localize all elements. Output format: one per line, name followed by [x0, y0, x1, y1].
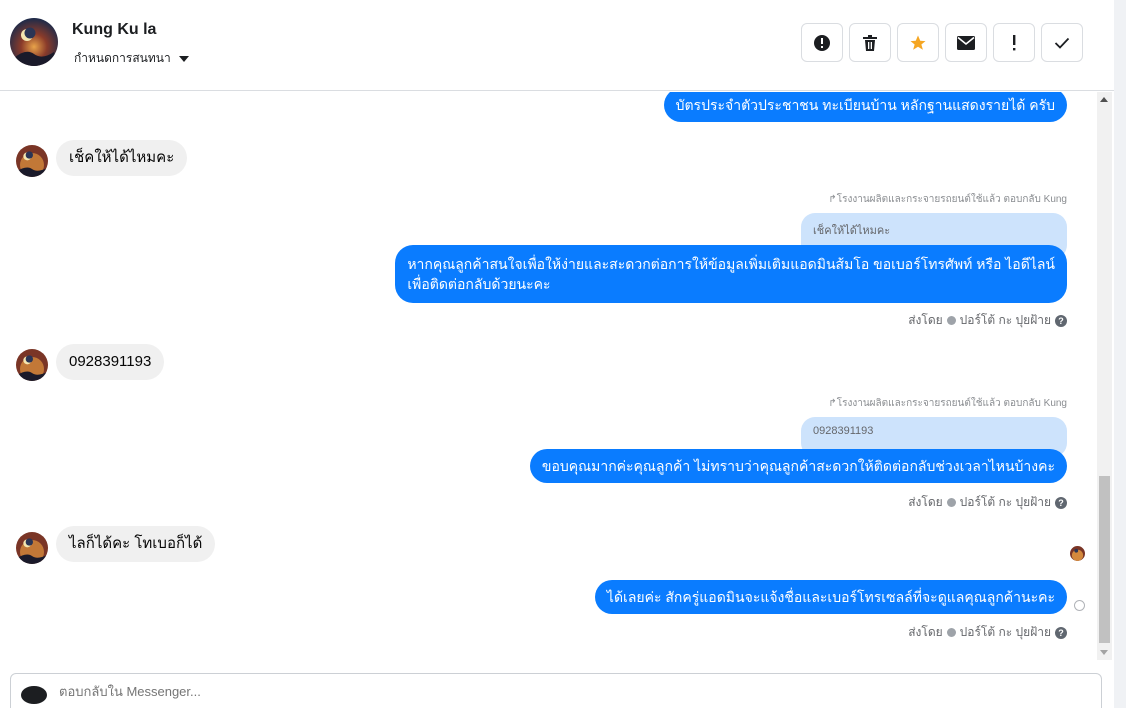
contact-name[interactable]: Kung Ku la [72, 21, 156, 39]
header-actions [801, 23, 1083, 62]
sent-by-info: ส่งโดย ปอร์โต้ กะ ปุยฝ้าย ? [908, 493, 1067, 512]
seen-by-avatar [1070, 546, 1085, 561]
reply-input[interactable] [59, 684, 959, 699]
message-text-line2: เพื่อติดต่อกลับด้วยนะคะ [407, 276, 551, 292]
scroll-up-arrow-icon[interactable] [1100, 97, 1108, 102]
quoted-text: เช็คให้ได้ไหมคะ [813, 225, 891, 237]
message-text: ไลก็ได้คะ โทเบอก็ได้ [69, 535, 203, 552]
alert-circle-icon [814, 34, 830, 51]
incoming-message[interactable]: เช็คให้ได้ไหมคะ [56, 140, 188, 176]
verified-check-icon [946, 628, 956, 637]
exclamation-icon [1013, 34, 1016, 50]
contact-avatar-small[interactable] [16, 145, 48, 177]
outgoing-message[interactable]: หากคุณลูกค้าสนใจเพื่อให้ง่ายและสะดวกต่อก… [395, 245, 1067, 303]
sent-by-info: ส่งโดย ปอร์โต้ กะ ปุยฝ้าย ? [908, 311, 1067, 330]
reply-context-text: โรงงานผลิตและกระจายรถยนต์ใช้แล้ว ตอบกลับ… [836, 194, 1067, 205]
reply-arrow-icon: ↱ [828, 194, 837, 205]
thread-scrollbar[interactable] [1097, 92, 1112, 660]
delete-button[interactable] [849, 23, 891, 62]
sent-status-icon [1074, 600, 1085, 611]
incoming-message[interactable]: ไลก็ได้คะ โทเบอก็ได้ [56, 526, 216, 562]
mark-done-button[interactable] [1041, 23, 1083, 62]
reply-context-text: โรงงานผลิตและกระจายรถยนต์ใช้แล้ว ตอบกลับ… [836, 398, 1067, 409]
verified-check-icon [946, 498, 956, 507]
message-thread[interactable]: บัตรประจำตัวประชาชน ทะเบียนบ้าน หลักฐานแ… [0, 92, 1097, 667]
contact-avatar[interactable] [10, 18, 58, 66]
sender-name[interactable]: ปอร์โต้ กะ ปุยฝ้าย [960, 623, 1051, 642]
conversation-header: Kung Ku la กำหนดการสนทนา [0, 0, 1114, 91]
contact-avatar-small[interactable] [16, 349, 48, 381]
side-panel-edge [1114, 0, 1126, 708]
follow-up-button[interactable] [993, 23, 1035, 62]
verified-check-icon [946, 316, 956, 325]
envelope-icon [957, 35, 975, 50]
outgoing-message[interactable]: ขอบคุณมากค่ะคุณลูกค้า ไม่ทราบว่าคุณลูกค้… [529, 449, 1067, 483]
spam-button[interactable] [801, 23, 843, 62]
outgoing-message[interactable]: ได้เลยค่ะ สักครู่แอดมินจะแจ้งชื่อและเบอร… [594, 580, 1067, 614]
message-composer[interactable] [10, 673, 1102, 708]
reply-context: ↱โรงงานผลิตและกระจายรถยนต์ใช้แล้ว ตอบกลั… [828, 396, 1067, 411]
incoming-message[interactable]: 0928391193 [56, 344, 165, 380]
message-text: บัตรประจำตัวประชาชน ทะเบียนบ้าน หลักฐานแ… [675, 97, 1055, 113]
star-icon [910, 35, 926, 50]
sender-name[interactable]: ปอร์โต้ กะ ปุยฝ้าย [960, 311, 1051, 330]
sender-name[interactable]: ปอร์โต้ กะ ปุยฝ้าย [960, 493, 1051, 512]
assign-conversation-dropdown[interactable]: กำหนดการสนทนา [74, 49, 189, 68]
assign-label: กำหนดการสนทนา [74, 51, 171, 65]
checkmark-icon [1054, 37, 1070, 49]
inbox-conversation-view: Kung Ku la กำหนดการสนทนา บัตรประจำตัวประ… [0, 0, 1126, 708]
quoted-text: 0928391193 [813, 425, 874, 437]
help-icon[interactable]: ? [1055, 314, 1067, 327]
sent-by-label: ส่งโดย [908, 625, 943, 639]
reply-arrow-icon: ↱ [828, 398, 837, 409]
sent-by-label: ส่งโดย [908, 495, 943, 509]
message-text: เช็คให้ได้ไหมคะ [69, 149, 175, 166]
help-icon[interactable]: ? [1055, 496, 1067, 509]
page-avatar [21, 686, 47, 704]
reply-context: ↱โรงงานผลิตและกระจายรถยนต์ใช้แล้ว ตอบกลั… [828, 192, 1067, 207]
message-text: ขอบคุณมากค่ะคุณลูกค้า ไม่ทราบว่าคุณลูกค้… [541, 458, 1055, 474]
sent-by-info: ส่งโดย ปอร์โต้ กะ ปุยฝ้าย ? [908, 623, 1067, 642]
contact-avatar-small[interactable] [16, 532, 48, 564]
message-text: ได้เลยค่ะ สักครู่แอดมินจะแจ้งชื่อและเบอร… [606, 589, 1055, 605]
trash-icon [863, 34, 877, 51]
star-button[interactable] [897, 23, 939, 62]
message-text: 0928391193 [69, 353, 152, 370]
scrollbar-thumb[interactable] [1099, 476, 1110, 643]
sent-by-label: ส่งโดย [908, 313, 943, 327]
caret-down-icon [178, 55, 189, 62]
mark-unread-button[interactable] [945, 23, 987, 62]
help-icon[interactable]: ? [1055, 626, 1067, 639]
outgoing-message[interactable]: บัตรประจำตัวประชาชน ทะเบียนบ้าน หลักฐานแ… [663, 92, 1067, 122]
scroll-down-arrow-icon[interactable] [1100, 650, 1108, 655]
message-text-line1: หากคุณลูกค้าสนใจเพื่อให้ง่ายและสะดวกต่อก… [407, 256, 1055, 272]
